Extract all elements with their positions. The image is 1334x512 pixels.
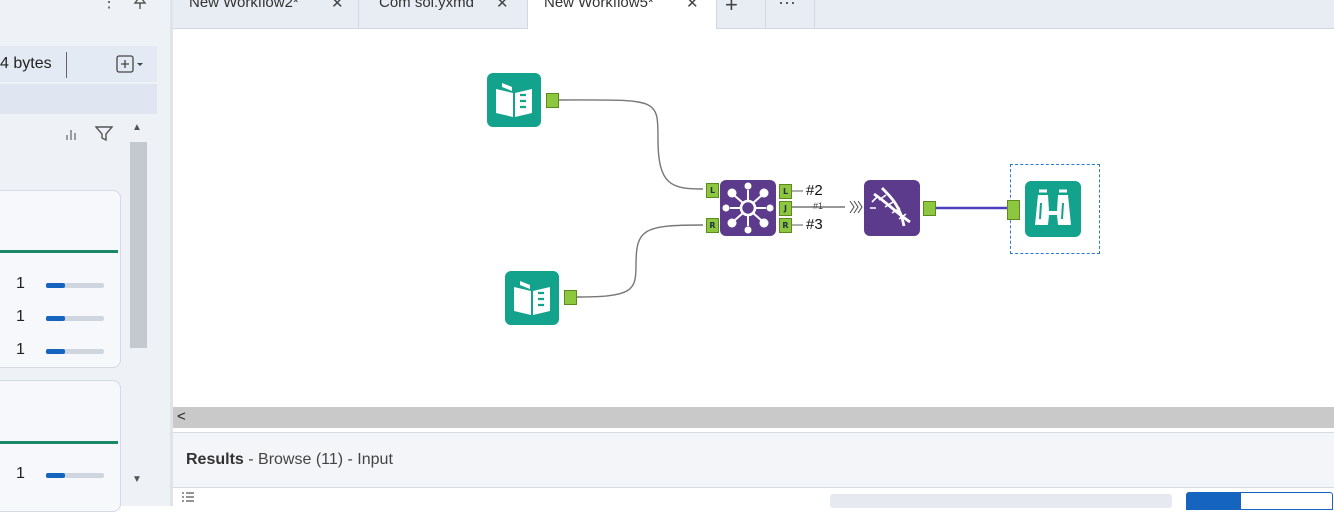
profile-tools <box>60 125 120 145</box>
row-value: 1 <box>16 341 25 358</box>
card-accent-line <box>0 441 118 444</box>
join-network-icon <box>722 182 774 234</box>
tab-new-workflow5[interactable]: New Workflow5* ✕ <box>527 0 717 29</box>
scroll-left-icon[interactable]: < <box>177 408 186 425</box>
results-title: Results - Browse (11) - Input <box>186 451 393 469</box>
join-right-output-label: #3 <box>806 216 823 233</box>
join-left-output-anchor[interactable]: L <box>779 184 792 199</box>
bar-chart-icon[interactable] <box>64 127 78 144</box>
panel-vertical-scrollbar[interactable]: ▲ ▼ <box>128 120 150 496</box>
row-value: 1 <box>16 465 25 482</box>
vertical-ellipsis-icon[interactable]: ⋮ <box>101 0 117 12</box>
row-value: 1 <box>16 308 25 325</box>
join-right-input-anchor[interactable]: R <box>706 218 719 233</box>
list-item: 1 <box>0 308 118 328</box>
close-icon[interactable]: ✕ <box>331 0 344 12</box>
results-pane: Results - Browse (11) - Input <box>173 432 1334 510</box>
join-left-input-anchor[interactable]: L <box>706 183 719 198</box>
scroll-down-icon[interactable]: ▼ <box>132 474 142 485</box>
results-heading: Results <box>186 451 244 468</box>
configuration-panel: ⋮ 4 bytes 1 1 1 1 ▲ ▼ <box>0 0 170 512</box>
binoculars-browse-icon <box>1035 189 1071 225</box>
list-item: 1 <box>0 341 118 361</box>
results-view-toggle[interactable] <box>1186 492 1333 510</box>
select-output-anchor[interactable] <box>923 201 936 216</box>
browse-input-anchor[interactable] <box>1007 200 1020 220</box>
list-item: 1 <box>0 465 118 485</box>
value-bar <box>46 349 104 354</box>
list-item: 1 <box>0 275 118 295</box>
value-bar <box>46 316 104 321</box>
card-accent-line <box>0 250 118 253</box>
dna-select-icon <box>870 187 911 227</box>
field-profile-card[interactable]: 1 <box>0 380 121 512</box>
value-bar-fill <box>46 283 66 288</box>
panel-header-controls: ⋮ <box>95 0 165 18</box>
add-field-dropdown-icon[interactable] <box>116 55 146 73</box>
close-icon[interactable]: ✕ <box>496 0 509 12</box>
add-tab-icon[interactable]: + <box>725 0 738 18</box>
workflow-tab-bar: New Workflow2* ✕ Com sol.yxmd ✕ New Work… <box>173 0 1334 29</box>
join-left-output-label: #2 <box>806 182 823 199</box>
join-tool[interactable] <box>720 180 776 236</box>
results-toolbar <box>173 487 1334 510</box>
join-join-output-label: #1 <box>813 201 824 211</box>
tab-label: New Workflow5* <box>544 0 654 11</box>
tab-new-workflow2[interactable]: New Workflow2* ✕ <box>173 0 353 28</box>
scrollbar-thumb[interactable] <box>130 142 147 348</box>
value-bar-fill <box>46 316 66 321</box>
results-subtitle: - Browse (11) - Input <box>248 451 393 468</box>
close-icon[interactable]: ✕ <box>686 0 699 12</box>
browse-tool[interactable] <box>1025 181 1081 237</box>
scroll-up-icon[interactable]: ▲ <box>132 122 142 133</box>
select-input-chevrons <box>849 200 863 214</box>
input-data-tool[interactable] <box>505 271 559 325</box>
tab-label: New Workflow2* <box>189 0 299 11</box>
tab-separator <box>765 0 766 28</box>
wire-input1-to-join <box>556 99 704 190</box>
more-tabs-icon[interactable]: ··· <box>778 0 796 13</box>
list-icon[interactable] <box>181 491 195 506</box>
filter-icon[interactable] <box>94 126 114 145</box>
record-size-bar: 4 bytes <box>0 46 157 82</box>
tab-com-sol[interactable]: Com sol.yxmd ✕ <box>363 0 523 28</box>
tab-label: Com sol.yxmd <box>379 0 475 11</box>
input-data-book-icon <box>514 281 550 315</box>
value-bar-fill <box>46 473 66 478</box>
select-tool[interactable] <box>864 180 920 236</box>
workflow-canvas[interactable]: L R L J R #2 #1 #3 <box>173 29 1334 407</box>
pin-icon[interactable] <box>133 0 147 15</box>
record-size-text: 4 bytes <box>0 55 52 72</box>
field-profile-card[interactable]: 1 1 1 <box>0 190 121 368</box>
input2-output-anchor[interactable] <box>564 290 577 305</box>
input1-output-anchor[interactable] <box>546 93 559 108</box>
panel-section-strip <box>0 84 157 114</box>
input-data-book-icon <box>496 83 532 117</box>
divider <box>66 52 67 78</box>
join-join-output-anchor[interactable]: J <box>779 201 792 216</box>
input-data-tool[interactable] <box>487 73 541 127</box>
tab-separator <box>358 0 359 28</box>
value-bar <box>46 473 104 478</box>
results-view-toggle-active[interactable] <box>1187 493 1241 509</box>
value-bar <box>46 283 104 288</box>
row-value: 1 <box>16 275 25 292</box>
wire-input2-to-join <box>574 224 704 298</box>
value-bar-fill <box>46 349 66 354</box>
join-right-output-anchor[interactable]: R <box>779 218 792 233</box>
canvas-horizontal-scrollbar[interactable]: < <box>173 407 1334 428</box>
tab-separator <box>814 0 815 28</box>
